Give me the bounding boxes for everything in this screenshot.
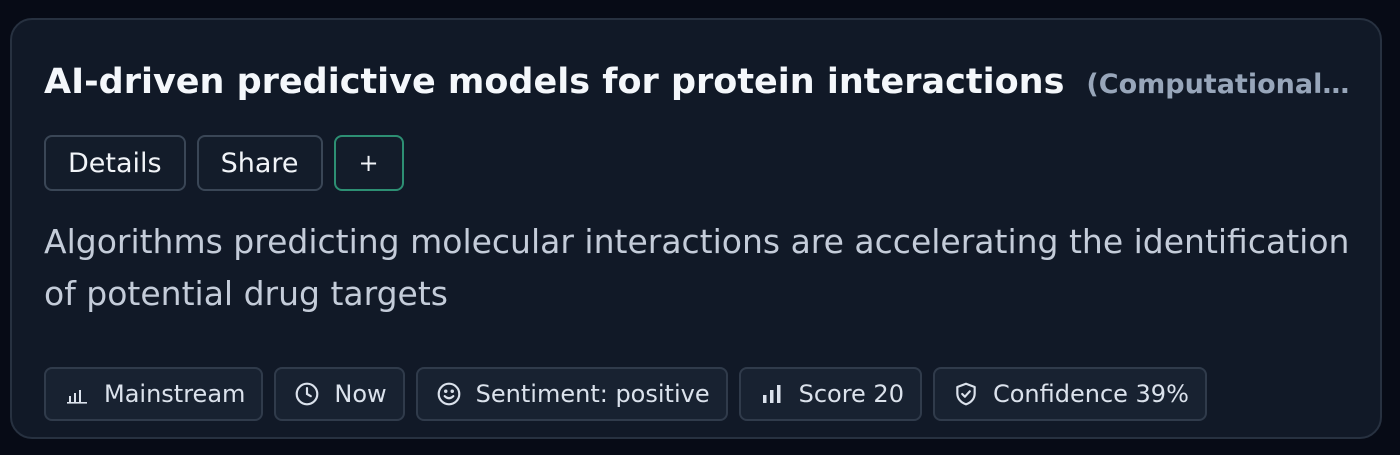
bar-chart-icon	[64, 381, 90, 407]
chip-label: Confidence 39%	[992, 380, 1189, 408]
clock-icon	[294, 381, 320, 407]
metadata-chips: Mainstream Now Sentiment: positive Score…	[44, 367, 1207, 421]
share-button[interactable]: Share	[196, 135, 323, 191]
signal-bars-icon	[759, 381, 785, 407]
shield-check-icon	[953, 381, 979, 407]
chip-mainstream: Mainstream	[44, 367, 264, 421]
trend-card: AI-driven predictive models for protein …	[10, 18, 1382, 439]
category-label: (Computational Biol...	[1086, 69, 1354, 100]
card-description: Algorithms predicting molecular interact…	[44, 222, 1350, 313]
chip-confidence: Confidence 39%	[932, 367, 1207, 421]
chip-label: Now	[334, 380, 387, 408]
chip-label: Score 20	[798, 380, 904, 408]
chip-label: Sentiment: positive	[475, 380, 710, 408]
add-button[interactable]: +	[333, 135, 404, 191]
chip-score: Score 20	[738, 367, 922, 421]
chip-sentiment: Sentiment: positive	[415, 367, 728, 421]
action-buttons: Details Share +	[44, 135, 404, 191]
card-title: AI-driven predictive models for protein …	[44, 62, 1065, 102]
chip-now: Now	[274, 367, 405, 421]
title-row: AI-driven predictive models for protein …	[44, 62, 1354, 102]
chip-label: Mainstream	[104, 380, 246, 408]
details-button[interactable]: Details	[44, 135, 186, 191]
smile-icon	[436, 381, 462, 407]
